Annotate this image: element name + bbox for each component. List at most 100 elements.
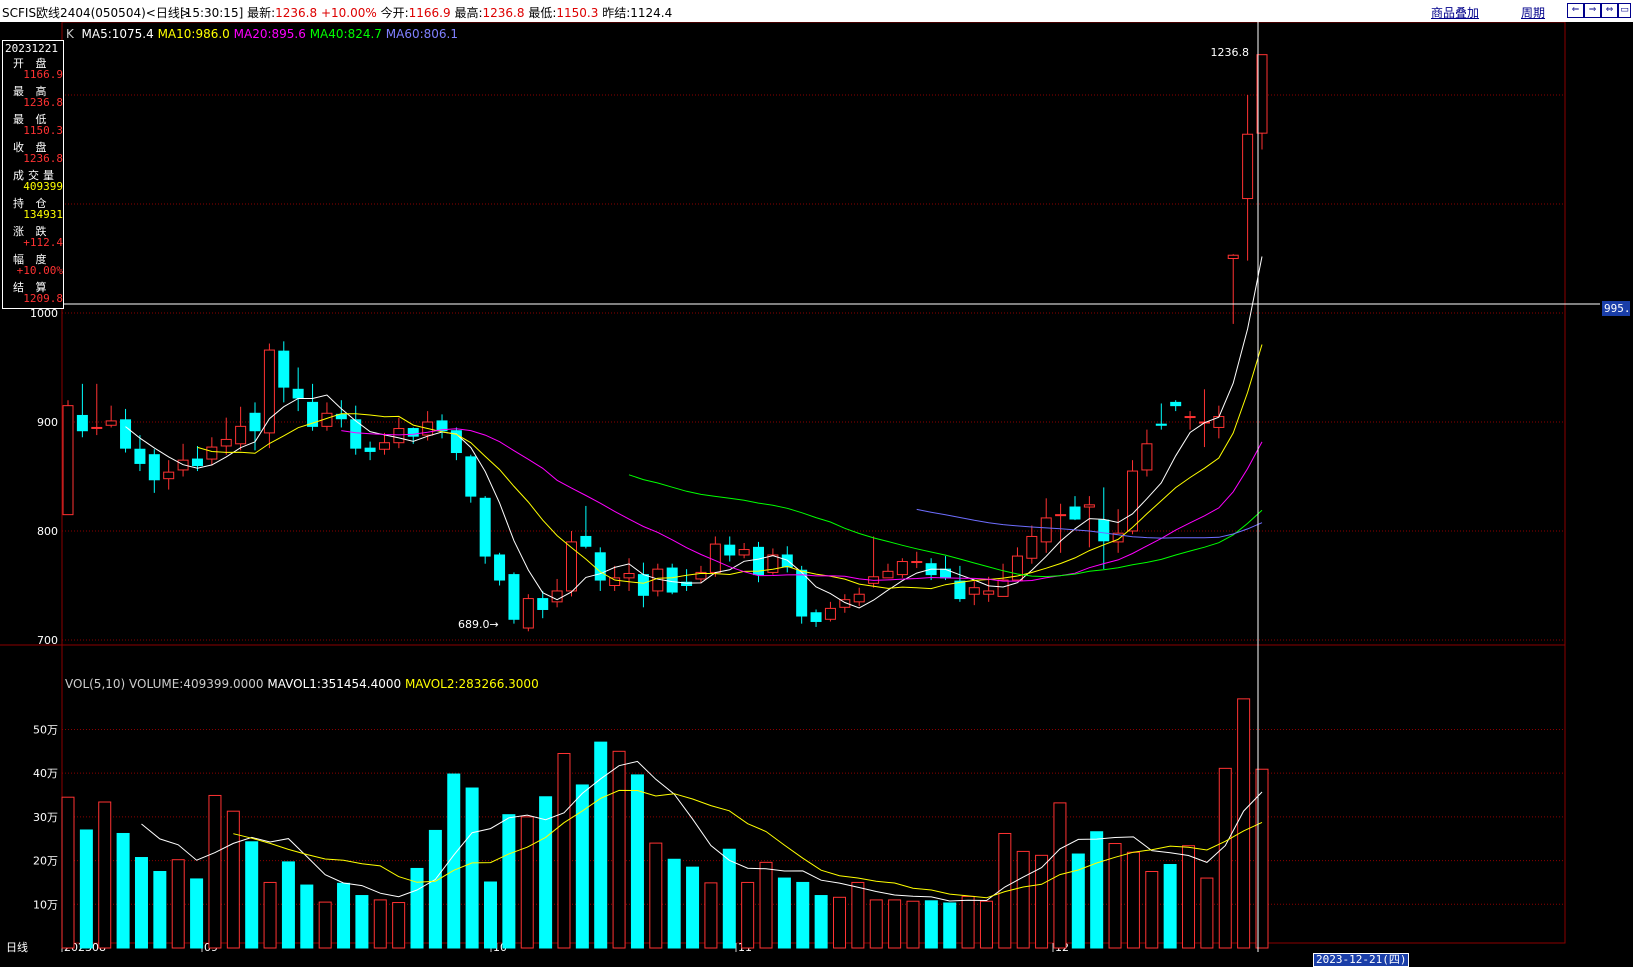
volume-tick: 30万 (33, 811, 58, 824)
volume-bar (943, 902, 957, 949)
candle-body (709, 543, 721, 573)
prev-settle-value: 1124.4 (630, 6, 673, 20)
candle-body (292, 388, 304, 399)
k-line-chart[interactable]: 700800900100010万20万30万40万50万202308091011… (0, 22, 1633, 965)
volume-bar (777, 877, 791, 949)
candle-body (393, 428, 405, 444)
volume-bar (98, 801, 112, 949)
volume-bar (630, 774, 644, 949)
candle-body (954, 580, 966, 600)
volume-bar (1108, 843, 1122, 949)
info-value: 134931 (23, 208, 63, 221)
window-restore-icon[interactable]: ▭ (1618, 3, 1631, 18)
high-price-label: 1236.8 (1211, 46, 1250, 59)
period-link[interactable]: 周期 (1521, 4, 1545, 21)
volume-bar (924, 900, 938, 949)
ma5-legend: MA5:1075.4 (81, 27, 154, 41)
candle-body (1098, 519, 1110, 542)
contract-title: SCFIS欧线2404(050504)<日线> (2, 6, 190, 20)
overlay-link[interactable]: 商品叠加 (1431, 4, 1479, 21)
candle-body (781, 554, 793, 568)
candle-body (882, 570, 894, 579)
candle-body (1155, 423, 1167, 426)
high-label: 最高: (454, 6, 483, 20)
candle-body (1184, 416, 1196, 419)
title-bar: SCFIS欧线2404(050504)<日线> [15:30:15] 最新:12… (0, 0, 1633, 22)
volume-bar (281, 861, 295, 949)
volume-bar (557, 752, 571, 949)
volume-bar (1126, 851, 1140, 949)
zoom-out-icon[interactable]: ⇐ (1567, 3, 1584, 18)
volume-tick: 50万 (33, 723, 58, 736)
candle-body (1227, 254, 1239, 259)
candle-body (609, 577, 621, 586)
volume-value: VOLUME:409399.0000 (129, 677, 264, 691)
volume-bar (851, 881, 865, 949)
volume-bar (979, 900, 993, 949)
candle-body (364, 447, 376, 452)
volume-bar (741, 881, 755, 949)
volume-bar (1163, 864, 1177, 949)
volume-bar (520, 816, 534, 949)
volume-bar (465, 787, 479, 949)
low-label: 最低: (528, 6, 557, 20)
candle-body (1170, 401, 1182, 407)
volume-bar (1200, 877, 1214, 949)
info-date: 20231221 (5, 42, 58, 55)
volume-bar (888, 899, 902, 949)
info-value: 1166.9 (23, 68, 63, 81)
candle-body (278, 350, 290, 388)
volume-bar (1237, 698, 1251, 949)
quote-time: [15:30:15] (180, 6, 244, 20)
candle-body (983, 590, 995, 595)
candle-body (738, 549, 750, 556)
zoom-in-icon[interactable]: ⇒ (1584, 3, 1601, 18)
candle-body (508, 574, 520, 620)
expand-icon[interactable]: ⇔ (1601, 3, 1618, 18)
volume-bar (392, 902, 406, 949)
candle-body (191, 458, 203, 467)
volume-bar (1053, 802, 1067, 949)
volume-bar (263, 881, 277, 949)
candle-body (796, 569, 808, 617)
ma60-legend: MA60:806.1 (385, 27, 458, 41)
candle-body (220, 438, 232, 447)
volume-bar (337, 882, 351, 949)
volume-bar (833, 896, 847, 949)
candle-body (120, 419, 132, 449)
data-info-panel: 20231221 开 盘 1166.9 最 高 1236.8 最 低 1150.3 收 盘1… (2, 40, 64, 309)
k-label: K (66, 27, 74, 41)
candle-body (1083, 504, 1095, 508)
candle-body (724, 544, 736, 556)
chart-frame (61, 22, 1566, 944)
candle-body (479, 497, 491, 557)
volume-bar (759, 861, 773, 949)
candle-body (623, 573, 635, 579)
candle-body (537, 598, 549, 610)
candle-body (594, 552, 606, 581)
volume-bar (961, 895, 975, 949)
open-value: 1166.9 (408, 6, 451, 20)
candle-body (580, 535, 592, 547)
candle-body (911, 561, 923, 564)
candle-body (148, 454, 160, 481)
ma-legend: K MA5:1075.4 MA10:986.0 MA20:895.6 MA40:… (66, 27, 458, 41)
volume-bar (1218, 767, 1232, 949)
volume-bar (906, 900, 920, 949)
candle-body (1026, 535, 1038, 559)
candle-body (637, 574, 649, 596)
info-value: 1236.8 (23, 152, 63, 165)
candle-body (565, 541, 577, 592)
volume-bar (575, 784, 589, 949)
volume-bar (1145, 871, 1159, 949)
volume-bar (245, 841, 259, 949)
candle-body (465, 456, 477, 497)
candle-body (407, 428, 419, 437)
candle-body (163, 471, 175, 480)
ma20-legend: MA20:895.6 (233, 27, 306, 41)
volume-bar (355, 895, 369, 949)
volume-bar (134, 857, 148, 949)
latest-value: 1236.8 +10.00% (275, 6, 377, 20)
volume-bar (869, 899, 883, 949)
volume-bar (722, 848, 736, 949)
